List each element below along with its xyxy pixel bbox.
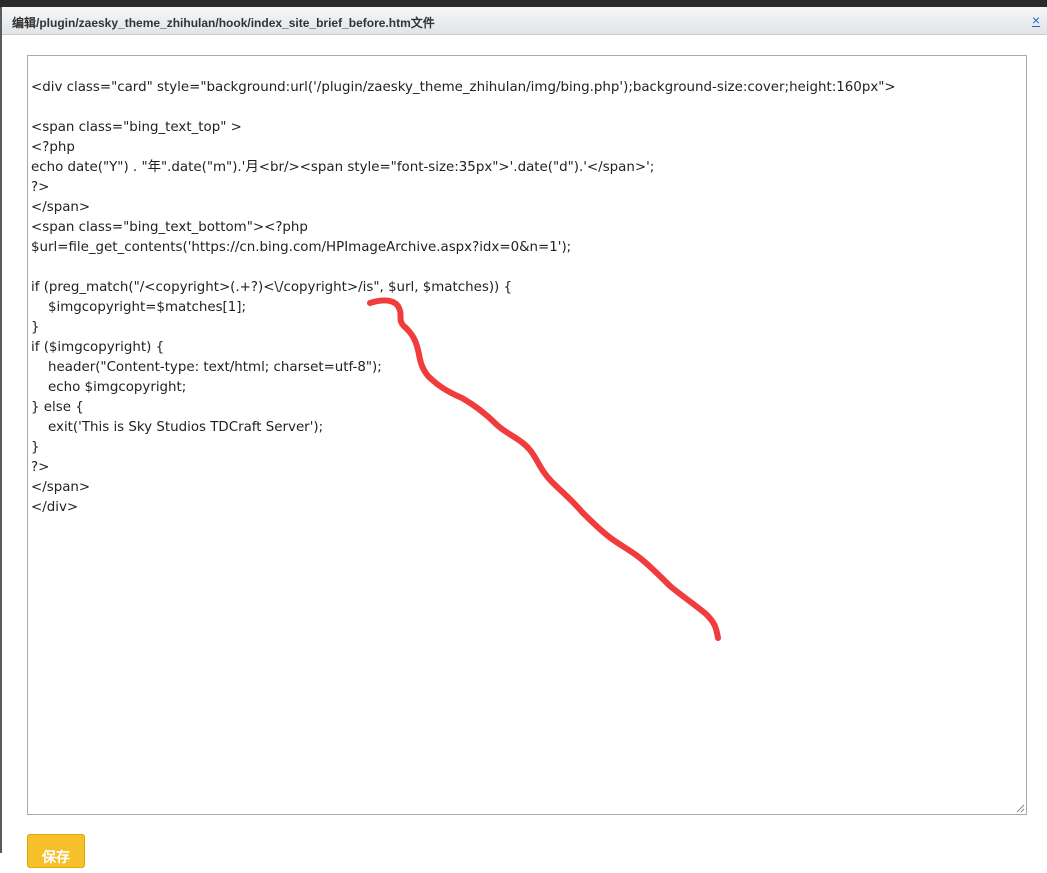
code-line: $imgcopyright=$matches[1]; <box>31 300 247 315</box>
save-button[interactable]: 保存 <box>27 834 85 868</box>
code-line: </div> <box>31 500 79 515</box>
code-line: <span class="bing_text_bottom"><?php <box>31 220 308 235</box>
code-line: echo $imgcopyright; <box>31 380 187 395</box>
code-lines: <div class="card" style="background:url(… <box>31 78 1023 518</box>
code-line: if ($imgcopyright) { <box>31 340 165 355</box>
code-line: $url=file_get_contents('https://cn.bing.… <box>31 240 572 255</box>
code-line: </span> <box>31 480 91 495</box>
code-line: } <box>31 440 40 455</box>
code-line: ?> <box>31 180 50 195</box>
code-line: <?php <box>31 140 75 155</box>
code-editor-textarea[interactable]: <div class="card" style="background:url(… <box>27 55 1027 815</box>
code-line: <div class="card" style="background:url(… <box>31 80 896 95</box>
dialog-titlebar: 编辑/plugin/zaesky_theme_zhihulan/hook/ind… <box>2 7 1047 35</box>
code-line: ?> <box>31 460 50 475</box>
code-line: exit('This is Sky Studios TDCraft Server… <box>31 420 324 435</box>
window-top-edge <box>0 0 1047 7</box>
code-line: header("Content-type: text/html; charset… <box>31 360 382 375</box>
code-line: <span class="bing_text_top" > <box>31 120 242 135</box>
close-button[interactable]: × <box>1029 13 1043 29</box>
code-line: if (preg_match("/<copyright>(.+?)<\/copy… <box>31 280 513 295</box>
code-line: } else { <box>31 400 84 415</box>
dialog-title: 编辑/plugin/zaesky_theme_zhihulan/hook/ind… <box>12 16 435 30</box>
window-left-edge <box>0 7 2 853</box>
code-line: </span> <box>31 200 91 215</box>
code-line: } <box>31 320 40 335</box>
code-line: echo date("Y") . "年".date("m").'月<br/><s… <box>31 160 655 175</box>
resize-grip-icon[interactable] <box>1015 803 1025 813</box>
